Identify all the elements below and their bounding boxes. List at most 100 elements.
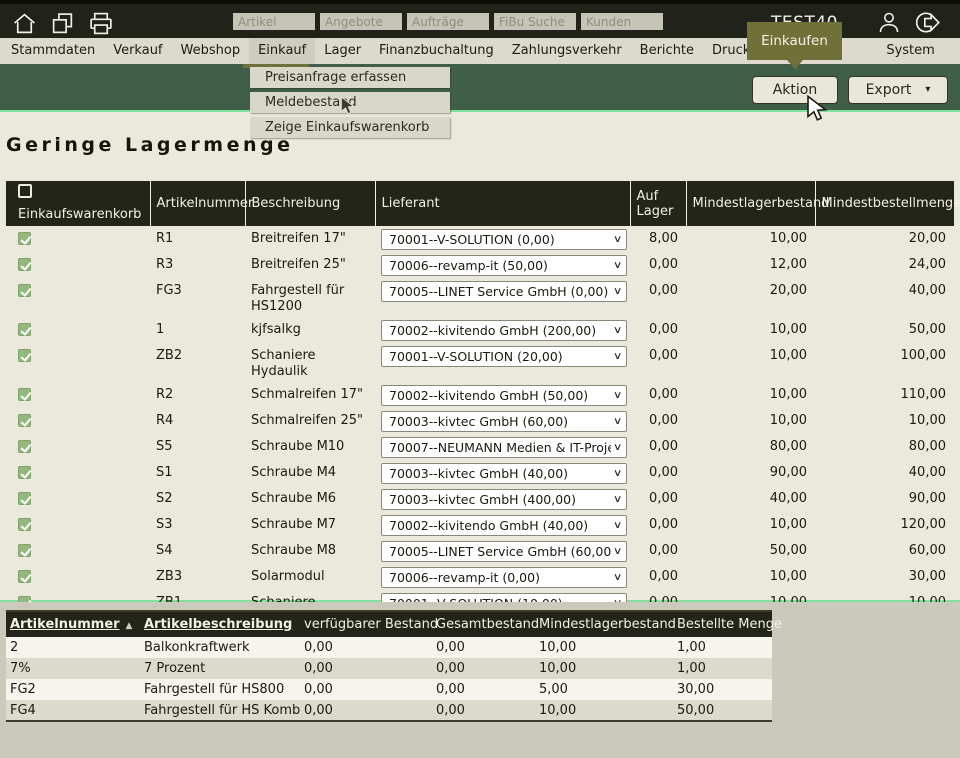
lieferant-select[interactable]: 70001--V-SOLUTION (20,00) ∨ (381, 346, 627, 367)
home-icon[interactable] (12, 11, 37, 36)
mindestlagerbestand-cell: 10,00 (686, 408, 815, 434)
print-icon[interactable] (88, 11, 114, 36)
beschreibung-cell: Breitreifen 17" (245, 226, 375, 252)
header-sort-artikelbeschreibung[interactable]: Artikelbeschreibung (140, 611, 300, 637)
menu-stammdaten[interactable]: Stammdaten (2, 38, 104, 64)
header-sort-artikelnummer[interactable]: Artikelnummer▲ (6, 611, 140, 637)
verfuegbarer-bestand-cell: 0,00 (300, 679, 432, 700)
bestellte-menge-cell: 1,00 (673, 658, 772, 679)
menu-verkauf[interactable]: Verkauf (104, 38, 171, 64)
header-mindestbestellmenge: Mindestbestellmenge (815, 181, 954, 226)
auf-lager-cell: 0,00 (630, 408, 686, 434)
export-button[interactable]: Export ▾ (848, 76, 948, 104)
flag-pointer-triangle (787, 60, 803, 69)
artikelnummer-cell: R4 (150, 408, 245, 434)
cart-checkbox-checked[interactable] (18, 466, 31, 479)
chevron-down-icon: ∨ (613, 388, 623, 404)
menu-system[interactable]: System (877, 38, 943, 64)
beschreibung-cell: Schmalreifen 25" (245, 408, 375, 434)
caret-down-icon: ▾ (925, 85, 930, 95)
lieferant-select[interactable]: 70001--V-SOLUTION (0,00) ∨ (381, 229, 627, 250)
auftraege-search-input[interactable] (407, 13, 489, 30)
mindestbestellmenge-cell: 90,00 (815, 486, 954, 512)
cart-checkbox-checked[interactable] (18, 440, 31, 453)
lieferant-select[interactable]: 70002--kivitendo GmbH (200,00) ∨ (381, 320, 627, 341)
copy-pages-icon[interactable] (50, 11, 75, 36)
user-icon[interactable] (877, 10, 901, 35)
mindestlagerbestand-cell: 10,00 (535, 658, 673, 679)
low-stock-table: Einkaufswarenkorb Artikelnummer Beschrei… (6, 181, 954, 616)
lieferant-select[interactable]: 70005--LINET Service GmbH (0,00) ∨ (381, 281, 627, 302)
beschreibung-cell: Schraube M4 (245, 460, 375, 486)
cart-checkbox-checked[interactable] (18, 388, 31, 401)
beschreibung-cell: Schaniere Hydaulik (245, 343, 375, 382)
artikelbeschreibung-cell: 7 Prozent (140, 658, 300, 679)
auf-lager-cell: 0,00 (630, 317, 686, 343)
mindestbestellmenge-cell: 40,00 (815, 278, 954, 317)
ordered-row: FG4 Fahrgestell für HS Kombi 0,00 0,00 1… (6, 700, 772, 721)
mindestlagerbestand-cell: 10,00 (535, 637, 673, 658)
lieferant-select[interactable]: 70006--revamp-it (0,00) ∨ (381, 567, 627, 588)
menu-zahlungsverkehr[interactable]: Zahlungsverkehr (503, 38, 631, 64)
cart-checkbox-checked[interactable] (18, 232, 31, 245)
menu-berichte[interactable]: Berichte (631, 38, 703, 64)
lieferant-select[interactable]: 70002--kivitendo GmbH (50,00) ∨ (381, 385, 627, 406)
artikelnummer-cell: R2 (150, 382, 245, 408)
cart-checkbox-checked[interactable] (18, 323, 31, 336)
low-stock-row: S2 Schraube M6 70003--kivtec GmbH (400,0… (6, 486, 954, 512)
einkaufen-button[interactable]: Einkaufen (747, 22, 842, 60)
menu-webshop[interactable]: Webshop (172, 38, 250, 64)
cart-checkbox-checked[interactable] (18, 349, 31, 362)
bestellte-menge-cell: 50,00 (673, 700, 772, 721)
cart-checkbox-checked[interactable] (18, 570, 31, 583)
select-all-checkbox[interactable] (18, 184, 32, 198)
angebote-search-input[interactable] (320, 13, 402, 30)
artikel-search-input[interactable] (233, 13, 315, 30)
lieferant-select[interactable]: 70005--LINET Service GmbH (60,00) ∨ (381, 541, 627, 562)
action-toolbar: Aktion Export ▾ (0, 64, 960, 112)
lieferant-select[interactable]: 70003--kivtec GmbH (60,00) ∨ (381, 411, 627, 432)
lieferant-select[interactable]: 70003--kivtec GmbH (40,00) ∨ (381, 463, 627, 484)
artikelnummer-cell: R1 (150, 226, 245, 252)
header-mindestlagerbestand: Mindestlagerbestand (686, 181, 815, 226)
kunden-search-input[interactable] (581, 13, 663, 30)
menu-item-meldebestand[interactable]: Meldebestand (250, 92, 450, 113)
beschreibung-cell: Schraube M7 (245, 512, 375, 538)
cart-checkbox-checked[interactable] (18, 258, 31, 271)
menu-item-zeige-einkaufswarenkorb[interactable]: Zeige Einkaufswarenkorb (250, 117, 450, 138)
mindestlagerbestand-cell: 12,00 (686, 252, 815, 278)
mindestbestellmenge-cell: 120,00 (815, 512, 954, 538)
menu-item-preisanfrage-erfassen[interactable]: Preisanfrage erfassen (250, 67, 450, 88)
chevron-down-icon: ∨ (613, 258, 623, 274)
chevron-down-icon: ∨ (613, 492, 623, 508)
lieferant-select[interactable]: 70002--kivitendo GmbH (40,00) ∨ (381, 515, 627, 536)
lieferant-select[interactable]: 70006--revamp-it (50,00) ∨ (381, 255, 627, 276)
artikelnummer-cell: 2 (6, 637, 140, 658)
lieferant-select-value: 70006--revamp-it (0,00) (389, 570, 611, 586)
auf-lager-cell: 0,00 (630, 512, 686, 538)
lieferant-select[interactable]: 70003--kivtec GmbH (400,00) ∨ (381, 489, 627, 510)
einkauf-dropdown-menu: Preisanfrage erfassen Meldebestand Zeige… (250, 67, 450, 142)
logout-icon[interactable] (914, 10, 944, 35)
lieferant-select[interactable]: 70007--NEUMANN Medien & IT-Proje ∨ (381, 437, 627, 458)
artikelnummer-cell: S1 (150, 460, 245, 486)
fibu-search-input[interactable] (494, 13, 576, 30)
menu-finanzbuchhaltung[interactable]: Finanzbuchaltung (370, 38, 503, 64)
low-stock-row: ZB2 Schaniere Hydaulik 70001--V-SOLUTION… (6, 343, 954, 382)
aktion-button[interactable]: Aktion (752, 76, 838, 104)
chevron-down-icon: ∨ (613, 323, 623, 339)
cart-checkbox-checked[interactable] (18, 518, 31, 531)
cart-checkbox-checked[interactable] (18, 284, 31, 297)
header-mindestlagerbestand2: Mindestlagerbestand (535, 611, 673, 637)
auf-lager-cell: 0,00 (630, 460, 686, 486)
cart-checkbox-checked[interactable] (18, 544, 31, 557)
menu-lager[interactable]: Lager (315, 38, 370, 64)
cart-checkbox-checked[interactable] (18, 492, 31, 505)
artikelnummer-cell: 7% (6, 658, 140, 679)
mindestbestellmenge-cell: 110,00 (815, 382, 954, 408)
mindestlagerbestand-cell: 10,00 (686, 226, 815, 252)
cart-checkbox-checked[interactable] (18, 414, 31, 427)
artikelnummer-cell: R3 (150, 252, 245, 278)
lieferant-select-value: 70007--NEUMANN Medien & IT-Proje (389, 440, 611, 456)
menu-einkauf[interactable]: Einkauf (249, 38, 315, 64)
